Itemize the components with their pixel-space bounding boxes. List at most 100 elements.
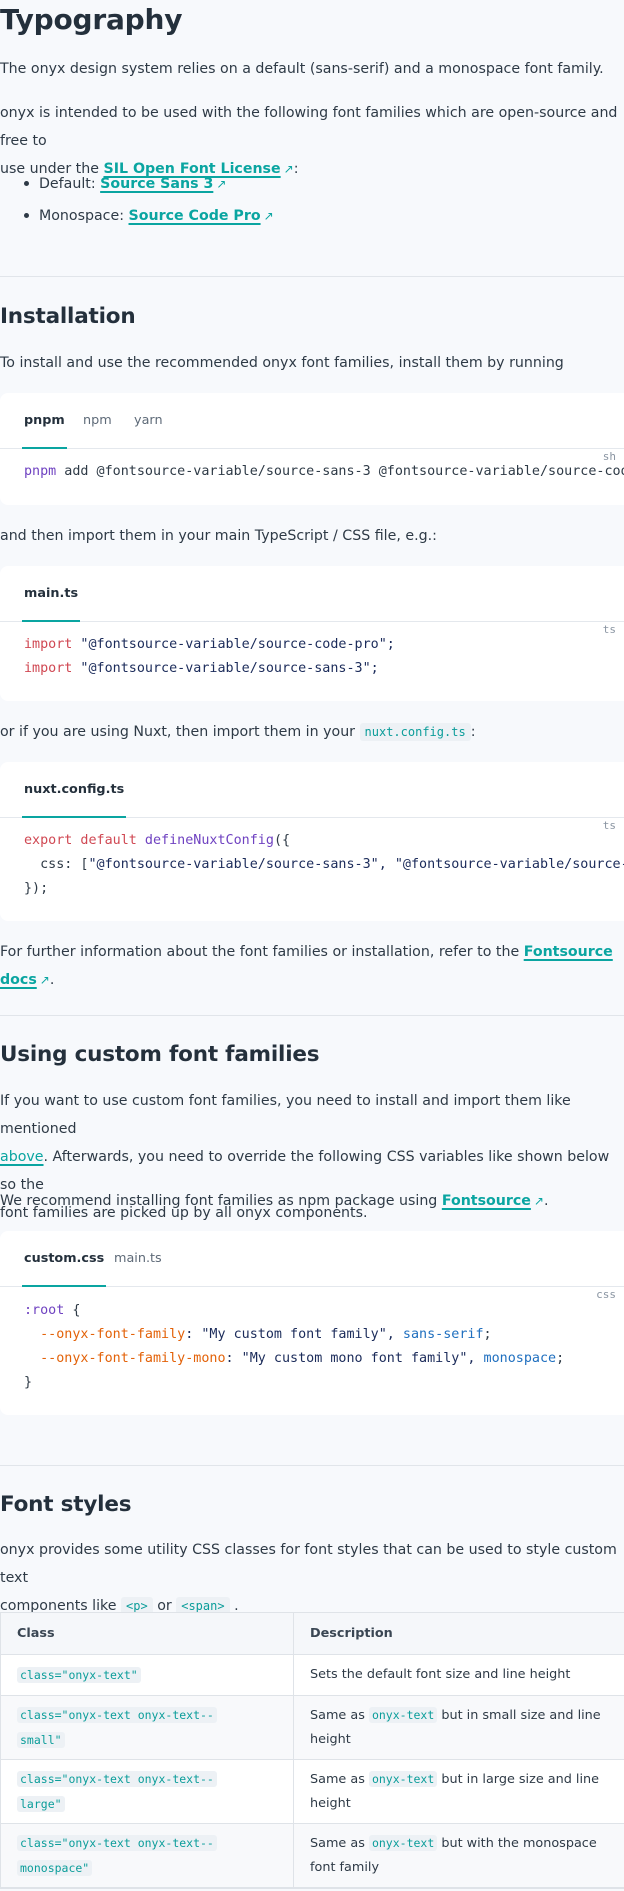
license-line1: onyx is intended to be used with the fol… xyxy=(0,105,618,149)
tab-custom-css[interactable]: custom.css xyxy=(21,1231,107,1287)
code-content[interactable]: import "@fontsource-variable/source-code… xyxy=(24,633,395,681)
code-block-main-ts: main.ts ts import "@fontsource-variable/… xyxy=(0,566,624,701)
bullet-icon xyxy=(24,180,29,186)
code-punct: ; xyxy=(556,1351,565,1366)
class-code: class="onyx-text onyx-text-- xyxy=(17,1834,217,1851)
above-link[interactable]: above xyxy=(0,1149,44,1165)
docs-page: Typography The onyx design system relies… xyxy=(0,0,624,1891)
class-cell: class="onyx-text" xyxy=(1,1654,294,1696)
desc-code: onyx-text xyxy=(368,1707,438,1723)
nuxt-instruction: or if you are using Nuxt, then import th… xyxy=(0,718,475,746)
class-cell: class="onyx-text onyx-text-- large" xyxy=(1,1759,294,1824)
column-header-class: Class xyxy=(1,1613,294,1655)
desc-text: Same as xyxy=(310,1708,369,1723)
nuxt-post: : xyxy=(470,724,476,740)
installation-heading: Installation xyxy=(0,304,136,329)
desc-text: Same as xyxy=(310,1772,369,1787)
tab-main-ts[interactable]: main.ts xyxy=(21,566,81,622)
page-title: Typography xyxy=(0,3,183,36)
desc-code: onyx-text xyxy=(368,1771,438,1787)
class-code: monospace" xyxy=(17,1859,93,1876)
desc-code: onyx-text xyxy=(368,1835,438,1851)
class-code: class="onyx-text onyx-text-- xyxy=(17,1706,217,1723)
code-block-install: pnpm npm yarn sh pnpm add @fontsource-va… xyxy=(0,393,624,505)
code-tabs: custom.css main.ts xyxy=(0,1231,624,1287)
code-args: add @fontsource-variable/source-sans-3 @… xyxy=(56,464,624,479)
code-block-nuxt-config: nuxt.config.ts ts export default defineN… xyxy=(0,762,624,921)
source-code-pro-link[interactable]: Source Code Pro xyxy=(129,208,261,224)
external-link-icon: ↗ xyxy=(216,177,227,191)
further-info: For further information about the font f… xyxy=(0,938,624,994)
table-row: class="onyx-text" Sets the default font … xyxy=(1,1654,624,1696)
code-content[interactable]: :root { --onyx-font-family: "My custom f… xyxy=(24,1299,564,1395)
bullet-label: Monospace: xyxy=(39,208,129,224)
code-string: "@fontsource-variable/source-code-pro"; xyxy=(72,637,395,652)
code-punct: { xyxy=(64,1303,81,1318)
installation-intro: To install and use the recommended onyx … xyxy=(0,355,564,371)
code-keyword: import xyxy=(24,637,73,652)
font-styles-heading: Font styles xyxy=(0,1492,132,1517)
code-string: : "My custom font family", xyxy=(185,1327,403,1342)
code-content[interactable]: export default defineNuxtConfig({ css: [… xyxy=(24,829,624,901)
external-link-icon: ↗ xyxy=(39,973,50,987)
tab-main-ts[interactable]: main.ts xyxy=(114,1231,162,1286)
desc-text: Same as xyxy=(310,1836,369,1851)
custom-line1: If you want to use custom font families,… xyxy=(0,1093,571,1137)
code-keyword: export default xyxy=(24,833,137,848)
class-code: large" xyxy=(17,1795,65,1812)
code-punct: } xyxy=(24,1375,33,1390)
code-content[interactable]: pnpm add @fontsource-variable/source-san… xyxy=(24,460,624,484)
external-link-icon: ↗ xyxy=(283,162,294,176)
tab-npm[interactable]: npm xyxy=(83,393,112,448)
code-punct: ; xyxy=(483,1327,492,1342)
code-keyword: import xyxy=(24,661,73,676)
fontsource-link[interactable]: Fontsource xyxy=(442,1193,531,1209)
class-code: class="onyx-text" xyxy=(17,1666,141,1683)
code-string: : "My custom mono font family", xyxy=(225,1351,484,1366)
fontstyles-line1: onyx provides some utility CSS classes f… xyxy=(0,1542,617,1586)
code-tabs: pnpm npm yarn xyxy=(0,393,624,449)
description-cell: Same as onyx-text but in large size and … xyxy=(293,1759,624,1824)
import-instruction: and then import them in your main TypeSc… xyxy=(0,528,437,544)
code-language-label: ts xyxy=(602,623,616,636)
section-divider xyxy=(0,1015,624,1016)
code-language-label: css xyxy=(596,1288,616,1301)
code-tabs: main.ts xyxy=(0,566,624,622)
recommend-text: We recommend installing font families as… xyxy=(0,1193,442,1209)
license-post: : xyxy=(293,161,299,177)
code-variable: --onyx-font-family xyxy=(24,1327,186,1342)
further-text: For further information about the font f… xyxy=(0,944,524,960)
table-row: class="onyx-text onyx-text-- small" Same … xyxy=(1,1695,624,1760)
code-selector: :root xyxy=(24,1303,65,1318)
list-item-default-font: Default: Source Sans 3 ↗ xyxy=(20,170,226,198)
recommend-post: . xyxy=(543,1193,549,1209)
code-string: "@fontsource-variable/source-sans-3"; xyxy=(72,661,379,676)
code-tabs: nuxt.config.ts xyxy=(0,762,624,818)
code-function: defineNuxtConfig xyxy=(136,833,274,848)
table-header-row: Class Description xyxy=(1,1613,624,1655)
class-cell: class="onyx-text onyx-text-- small" xyxy=(1,1695,294,1760)
tab-pnpm[interactable]: pnpm xyxy=(22,393,67,449)
code-punct: }); xyxy=(24,881,49,896)
code-block-custom-css: custom.css main.ts css :root { --onyx-fo… xyxy=(0,1231,624,1415)
code-value: monospace xyxy=(483,1351,557,1366)
class-code: small" xyxy=(17,1731,65,1748)
code-command: pnpm xyxy=(24,464,57,479)
description-cell: Sets the default font size and line heig… xyxy=(293,1654,624,1696)
list-item-mono-font: Monospace: Source Code Pro ↗ xyxy=(20,202,274,230)
code-punct: ({ xyxy=(273,833,291,848)
class-code: class="onyx-text onyx-text-- xyxy=(17,1770,217,1787)
external-link-icon: ↗ xyxy=(533,1194,544,1208)
bullet-label: Default: xyxy=(39,176,101,192)
code-string: "@fontsource-variable/source-sans-3", "@… xyxy=(88,857,624,872)
code-variable: --onyx-font-family-mono xyxy=(24,1351,226,1366)
column-header-description: Description xyxy=(293,1613,624,1655)
inline-code: nuxt.config.ts xyxy=(359,723,471,741)
class-cell: class="onyx-text onyx-text-- monospace" xyxy=(1,1823,294,1888)
source-sans-link[interactable]: Source Sans 3 xyxy=(100,176,213,192)
bullet-icon xyxy=(24,212,29,218)
tab-nuxt-config[interactable]: nuxt.config.ts xyxy=(21,762,127,818)
tab-yarn[interactable]: yarn xyxy=(134,393,163,448)
section-divider xyxy=(0,1465,624,1466)
table-row: class="onyx-text onyx-text-- large" Same … xyxy=(1,1759,624,1824)
